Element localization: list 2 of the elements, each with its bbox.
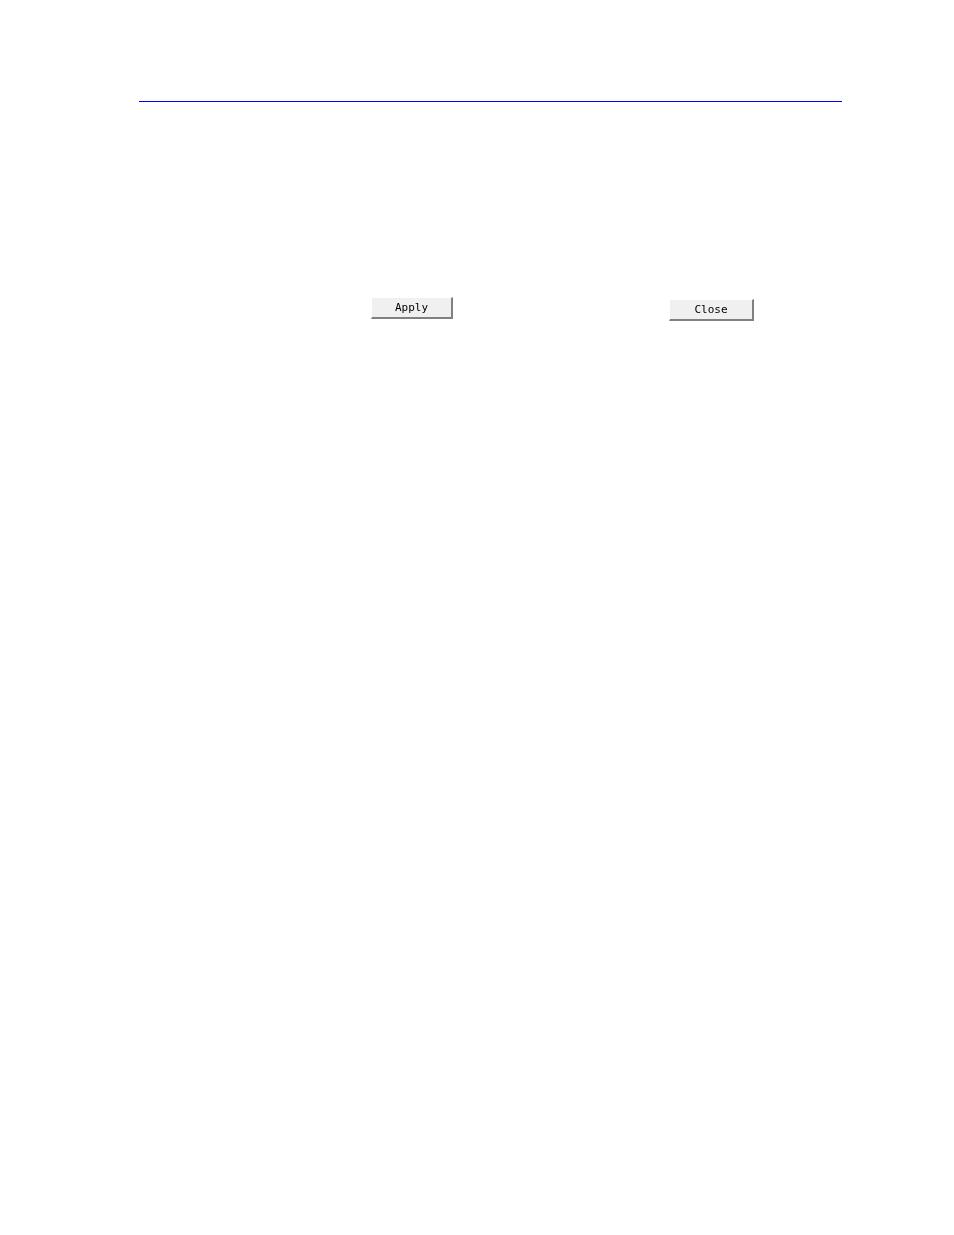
dialog-button[interactable]: Apply — [371, 297, 453, 319]
dialog-button[interactable]: Close — [669, 299, 754, 321]
